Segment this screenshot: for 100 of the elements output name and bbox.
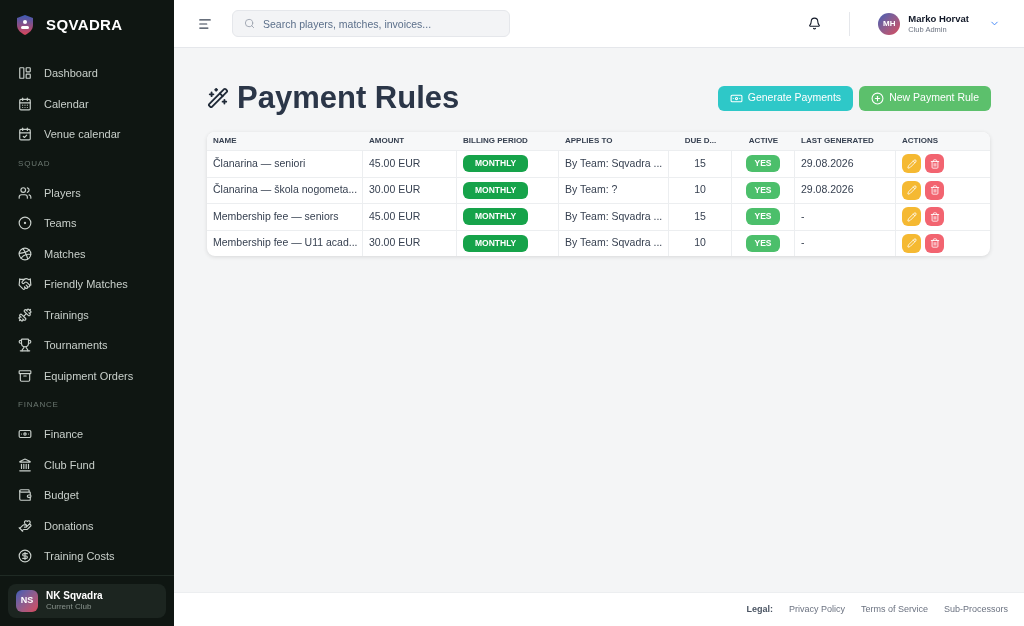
table-cell: 45.00 EUR — [363, 204, 457, 230]
table-cell: 15 — [669, 204, 732, 230]
sidebar-item[interactable]: Matches — [8, 238, 166, 269]
column-header: ACTIONS — [901, 135, 939, 147]
sidebar-item[interactable]: Budget — [8, 480, 166, 511]
delete-button[interactable] — [925, 180, 944, 200]
trash-icon — [929, 158, 940, 169]
sidebar-item[interactable]: Dashboard — [8, 58, 166, 89]
column-header: AMOUNT — [368, 135, 406, 147]
edit-button[interactable] — [902, 154, 921, 174]
menu-icon[interactable] — [198, 16, 212, 31]
sidebar-item[interactable]: Teams — [8, 208, 166, 239]
handshake-icon — [18, 277, 32, 292]
column-header: LAST GENERATED — [800, 135, 875, 147]
footer-link[interactable]: Terms of Service — [860, 602, 928, 617]
sidebar-item[interactable]: Players — [8, 177, 166, 208]
sidebar-item[interactable]: Equipment Orders — [8, 360, 166, 391]
wallet-icon — [18, 488, 32, 503]
club-avatar: NS — [16, 589, 38, 612]
users-icon — [18, 185, 32, 200]
period-badge: MONTHLY — [463, 155, 529, 173]
bank-icon — [18, 457, 32, 472]
table-cell: 30.00 EUR — [363, 177, 457, 203]
status-badge: YES — [746, 181, 780, 199]
sidebar-item[interactable]: Tournaments — [8, 330, 166, 361]
delete-button[interactable] — [925, 207, 944, 227]
brand-name: SQVADRA — [46, 14, 123, 35]
edit-button[interactable] — [902, 180, 921, 200]
dashboard-icon — [18, 66, 32, 81]
club-subtitle: Current Club — [46, 602, 93, 612]
search-icon — [244, 18, 255, 29]
sidebar-item[interactable]: Friendly Matches — [8, 269, 166, 300]
table-cell: 10 — [669, 177, 732, 203]
period-badge: MONTHLY — [463, 181, 529, 199]
dollar-icon — [18, 549, 32, 564]
sidebar-item[interactable]: Club Fund — [8, 449, 166, 480]
notification-icon[interactable] — [808, 17, 822, 30]
trash-icon — [929, 185, 940, 196]
edit-button[interactable] — [902, 207, 921, 227]
hand-heart-icon — [18, 518, 32, 533]
table-cell: Membership fee — U11 acad... — [207, 230, 363, 256]
table-cell: Membership fee — seniors — [207, 204, 363, 230]
column-header: NAME — [212, 135, 238, 147]
sidebar-item[interactable]: Finance — [8, 419, 166, 450]
edit-button[interactable] — [902, 233, 921, 253]
pencil-icon — [906, 158, 917, 169]
club-switcher[interactable]: NS NK Sqvadra Current Club — [8, 583, 166, 618]
footer-link[interactable]: Privacy Policy — [788, 602, 845, 617]
column-header: APPLIES TO — [564, 135, 614, 147]
table-cell: By Team: Sqvadra ... — [559, 230, 669, 256]
column-header: BILLING PERIOD — [462, 135, 529, 147]
period-badge: MONTHLY — [463, 234, 529, 252]
sidebar-item[interactable]: Training Costs — [8, 541, 166, 572]
pencil-icon — [906, 238, 917, 249]
sidebar-item[interactable]: Trainings — [8, 299, 166, 330]
table-cell: Članarina — škola nogometa... — [207, 177, 363, 203]
trophy-icon — [18, 338, 32, 353]
period-badge: MONTHLY — [463, 208, 529, 226]
sidebar-item[interactable]: Donations — [8, 510, 166, 541]
magic-wand-icon — [207, 87, 229, 109]
table-cell: Članarina — seniori — [207, 151, 363, 177]
user-avatar: MH — [878, 12, 901, 35]
table-cell: By Team: Sqvadra ... — [559, 151, 669, 177]
trash-icon — [929, 211, 940, 222]
dumbbell-icon — [18, 307, 32, 322]
table-cell: By Team: ? — [559, 177, 669, 203]
section-heading: SQUAD — [17, 157, 52, 170]
table-cell: 30.00 EUR — [363, 230, 457, 256]
table-cell: 29.08.2026 — [795, 151, 896, 177]
table-cell: 10 — [669, 230, 732, 256]
page-title: Payment Rules — [237, 79, 460, 117]
sidebar-item[interactable]: Calendar — [8, 88, 166, 119]
column-header: ACTIVE — [747, 135, 780, 147]
table-cell: 15 — [669, 151, 732, 177]
status-badge: YES — [746, 208, 780, 226]
table-cell: By Team: Sqvadra ... — [559, 204, 669, 230]
pencil-icon — [906, 211, 917, 222]
club-name: NK Sqvadra — [46, 589, 103, 602]
shield-logo-icon — [16, 14, 34, 36]
footer-link[interactable]: Sub-Processors — [943, 602, 1008, 617]
status-badge: YES — [746, 234, 780, 252]
legal-label: Legal: — [746, 602, 773, 616]
pencil-icon — [906, 185, 917, 196]
table-cell: 29.08.2026 — [795, 177, 896, 203]
delete-button[interactable] — [925, 233, 944, 253]
status-badge: YES — [746, 155, 780, 173]
user-name: Marko Horvat — [908, 12, 969, 25]
calendar-icon — [18, 96, 32, 111]
archive-icon — [18, 368, 32, 383]
trash-icon — [929, 238, 940, 249]
table-cell: 45.00 EUR — [363, 151, 457, 177]
plus-circle-icon — [871, 91, 885, 105]
search-field[interactable]: Search players, matches, invoices... — [232, 10, 510, 37]
table-cell: - — [795, 204, 896, 230]
calendar-check-icon — [18, 127, 32, 142]
table-cell: - — [795, 230, 896, 256]
sidebar-item[interactable]: Venue calendar — [8, 119, 166, 150]
delete-button[interactable] — [925, 154, 944, 174]
column-header: DUE D... — [683, 135, 718, 147]
section-heading: FINANCE — [17, 399, 60, 411]
